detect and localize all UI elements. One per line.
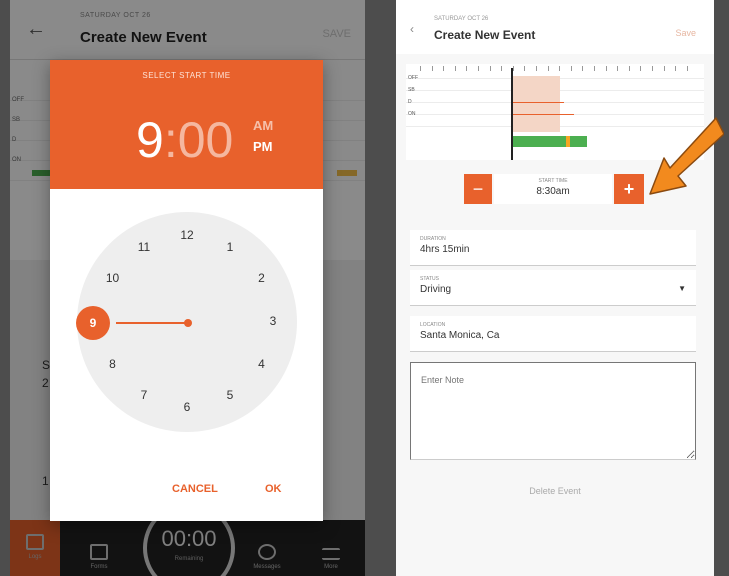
clock-center <box>184 319 192 327</box>
clock-number[interactable]: 7 <box>133 388 155 404</box>
duration-field[interactable]: DURATION 4hrs 15min <box>410 230 696 266</box>
graph-line <box>512 114 574 115</box>
selected-time-range <box>512 76 560 132</box>
location-label: LOCATION <box>420 322 446 328</box>
clock-number[interactable]: 11 <box>133 240 155 256</box>
increase-start-time-button[interactable]: + <box>614 174 644 204</box>
graph-tick <box>652 66 653 71</box>
pm-toggle[interactable]: PM <box>253 139 273 154</box>
graph-line <box>512 102 564 103</box>
hour-display[interactable]: 9 <box>136 112 164 168</box>
graph-tick <box>536 66 537 71</box>
graph-tick <box>594 66 595 71</box>
right-app-bar: ‹ SATURDAY OCT 26 Create New Event Save <box>396 0 714 54</box>
status-select[interactable]: STATUS Driving ▼ <box>410 270 696 306</box>
decrease-start-time-button[interactable]: − <box>464 174 492 204</box>
graph-tick <box>489 66 491 71</box>
location-field[interactable]: LOCATION Santa Monica, Ca <box>410 316 696 352</box>
selected-hour-marker[interactable]: 9 <box>76 306 110 340</box>
graph-tick <box>547 66 549 71</box>
time-picker-header: SELECT START TIME 9:00 AM PM <box>50 60 323 189</box>
graph-tick <box>420 66 421 71</box>
driving-bar <box>513 136 587 147</box>
time-picker-label: SELECT START TIME <box>142 71 231 80</box>
delete-event-button[interactable]: Delete Event <box>396 486 714 496</box>
graph-tick <box>466 66 468 71</box>
status-value: Driving <box>420 284 452 295</box>
location-value: Santa Monica, Ca <box>420 330 500 341</box>
clock-number[interactable]: 2 <box>250 271 272 287</box>
graph-tick <box>663 66 665 71</box>
duration-label: DURATION <box>420 236 446 242</box>
clock-number[interactable]: 8 <box>102 357 124 373</box>
graph-tick <box>605 66 607 71</box>
time-separator: : <box>163 112 178 168</box>
right-save-button[interactable]: Save <box>675 28 696 38</box>
am-toggle[interactable]: AM <box>253 118 273 133</box>
right-date-subtitle: SATURDAY OCT 26 <box>434 16 489 22</box>
graph-tick <box>628 66 630 71</box>
duration-value: 4hrs 15min <box>420 244 470 255</box>
graph-tick <box>454 66 456 71</box>
right-graph-label: OFF <box>408 75 418 81</box>
clock-number[interactable]: 1 <box>219 240 241 256</box>
start-time-field[interactable]: START TIME 8:30am <box>494 174 612 204</box>
clock-number[interactable]: 10 <box>102 271 124 287</box>
right-graph-label: ON <box>408 111 416 117</box>
graph-tick <box>559 66 561 71</box>
note-input[interactable] <box>410 362 696 460</box>
start-time-label: START TIME <box>538 178 568 184</box>
end-marker <box>566 136 570 147</box>
graph-tick <box>501 66 503 71</box>
cancel-button[interactable]: CANCEL <box>172 483 218 495</box>
ok-button[interactable]: OK <box>265 483 282 495</box>
clock-number[interactable]: 12 <box>176 228 198 244</box>
pointer-arrow-icon <box>649 117 724 195</box>
right-graph-label: SB <box>408 87 415 93</box>
right-graph-label: D <box>408 99 412 105</box>
clock-number[interactable]: 6 <box>176 400 198 416</box>
clock-face[interactable]: 12 1 2 3 4 5 6 7 8 10 11 9 <box>76 212 297 432</box>
graph-tick <box>524 66 526 71</box>
graph-tick <box>478 66 479 71</box>
clock-number[interactable]: 3 <box>262 314 284 330</box>
clock-number[interactable]: 4 <box>250 357 272 373</box>
back-arrow-icon[interactable]: ‹ <box>410 22 414 36</box>
graph-tick <box>675 66 677 71</box>
status-label: STATUS <box>420 276 439 282</box>
clock-hand <box>116 322 187 324</box>
graph-tick <box>617 66 619 71</box>
start-time-value: 8:30am <box>536 186 570 197</box>
graph-tick <box>443 66 445 71</box>
left-phone-screen: ← SATURDAY OCT 26 Create New Event SAVE … <box>10 0 365 576</box>
right-phone-screen: ‹ SATURDAY OCT 26 Create New Event Save … <box>396 0 714 576</box>
graph-tick <box>686 66 688 71</box>
graph-tick <box>570 66 572 71</box>
minute-display[interactable]: 00 <box>178 112 234 168</box>
clock-number[interactable]: 5 <box>219 388 241 404</box>
graph-tick <box>582 66 584 71</box>
graph-tick <box>431 66 433 71</box>
graph-tick <box>640 66 642 71</box>
right-page-title: Create New Event <box>434 28 536 42</box>
time-picker-dialog: SELECT START TIME 9:00 AM PM 12 1 2 3 4 5 6 7 8 1… <box>50 60 323 521</box>
dropdown-caret-icon: ▼ <box>678 284 686 293</box>
time-display: 9:00 <box>136 115 233 165</box>
